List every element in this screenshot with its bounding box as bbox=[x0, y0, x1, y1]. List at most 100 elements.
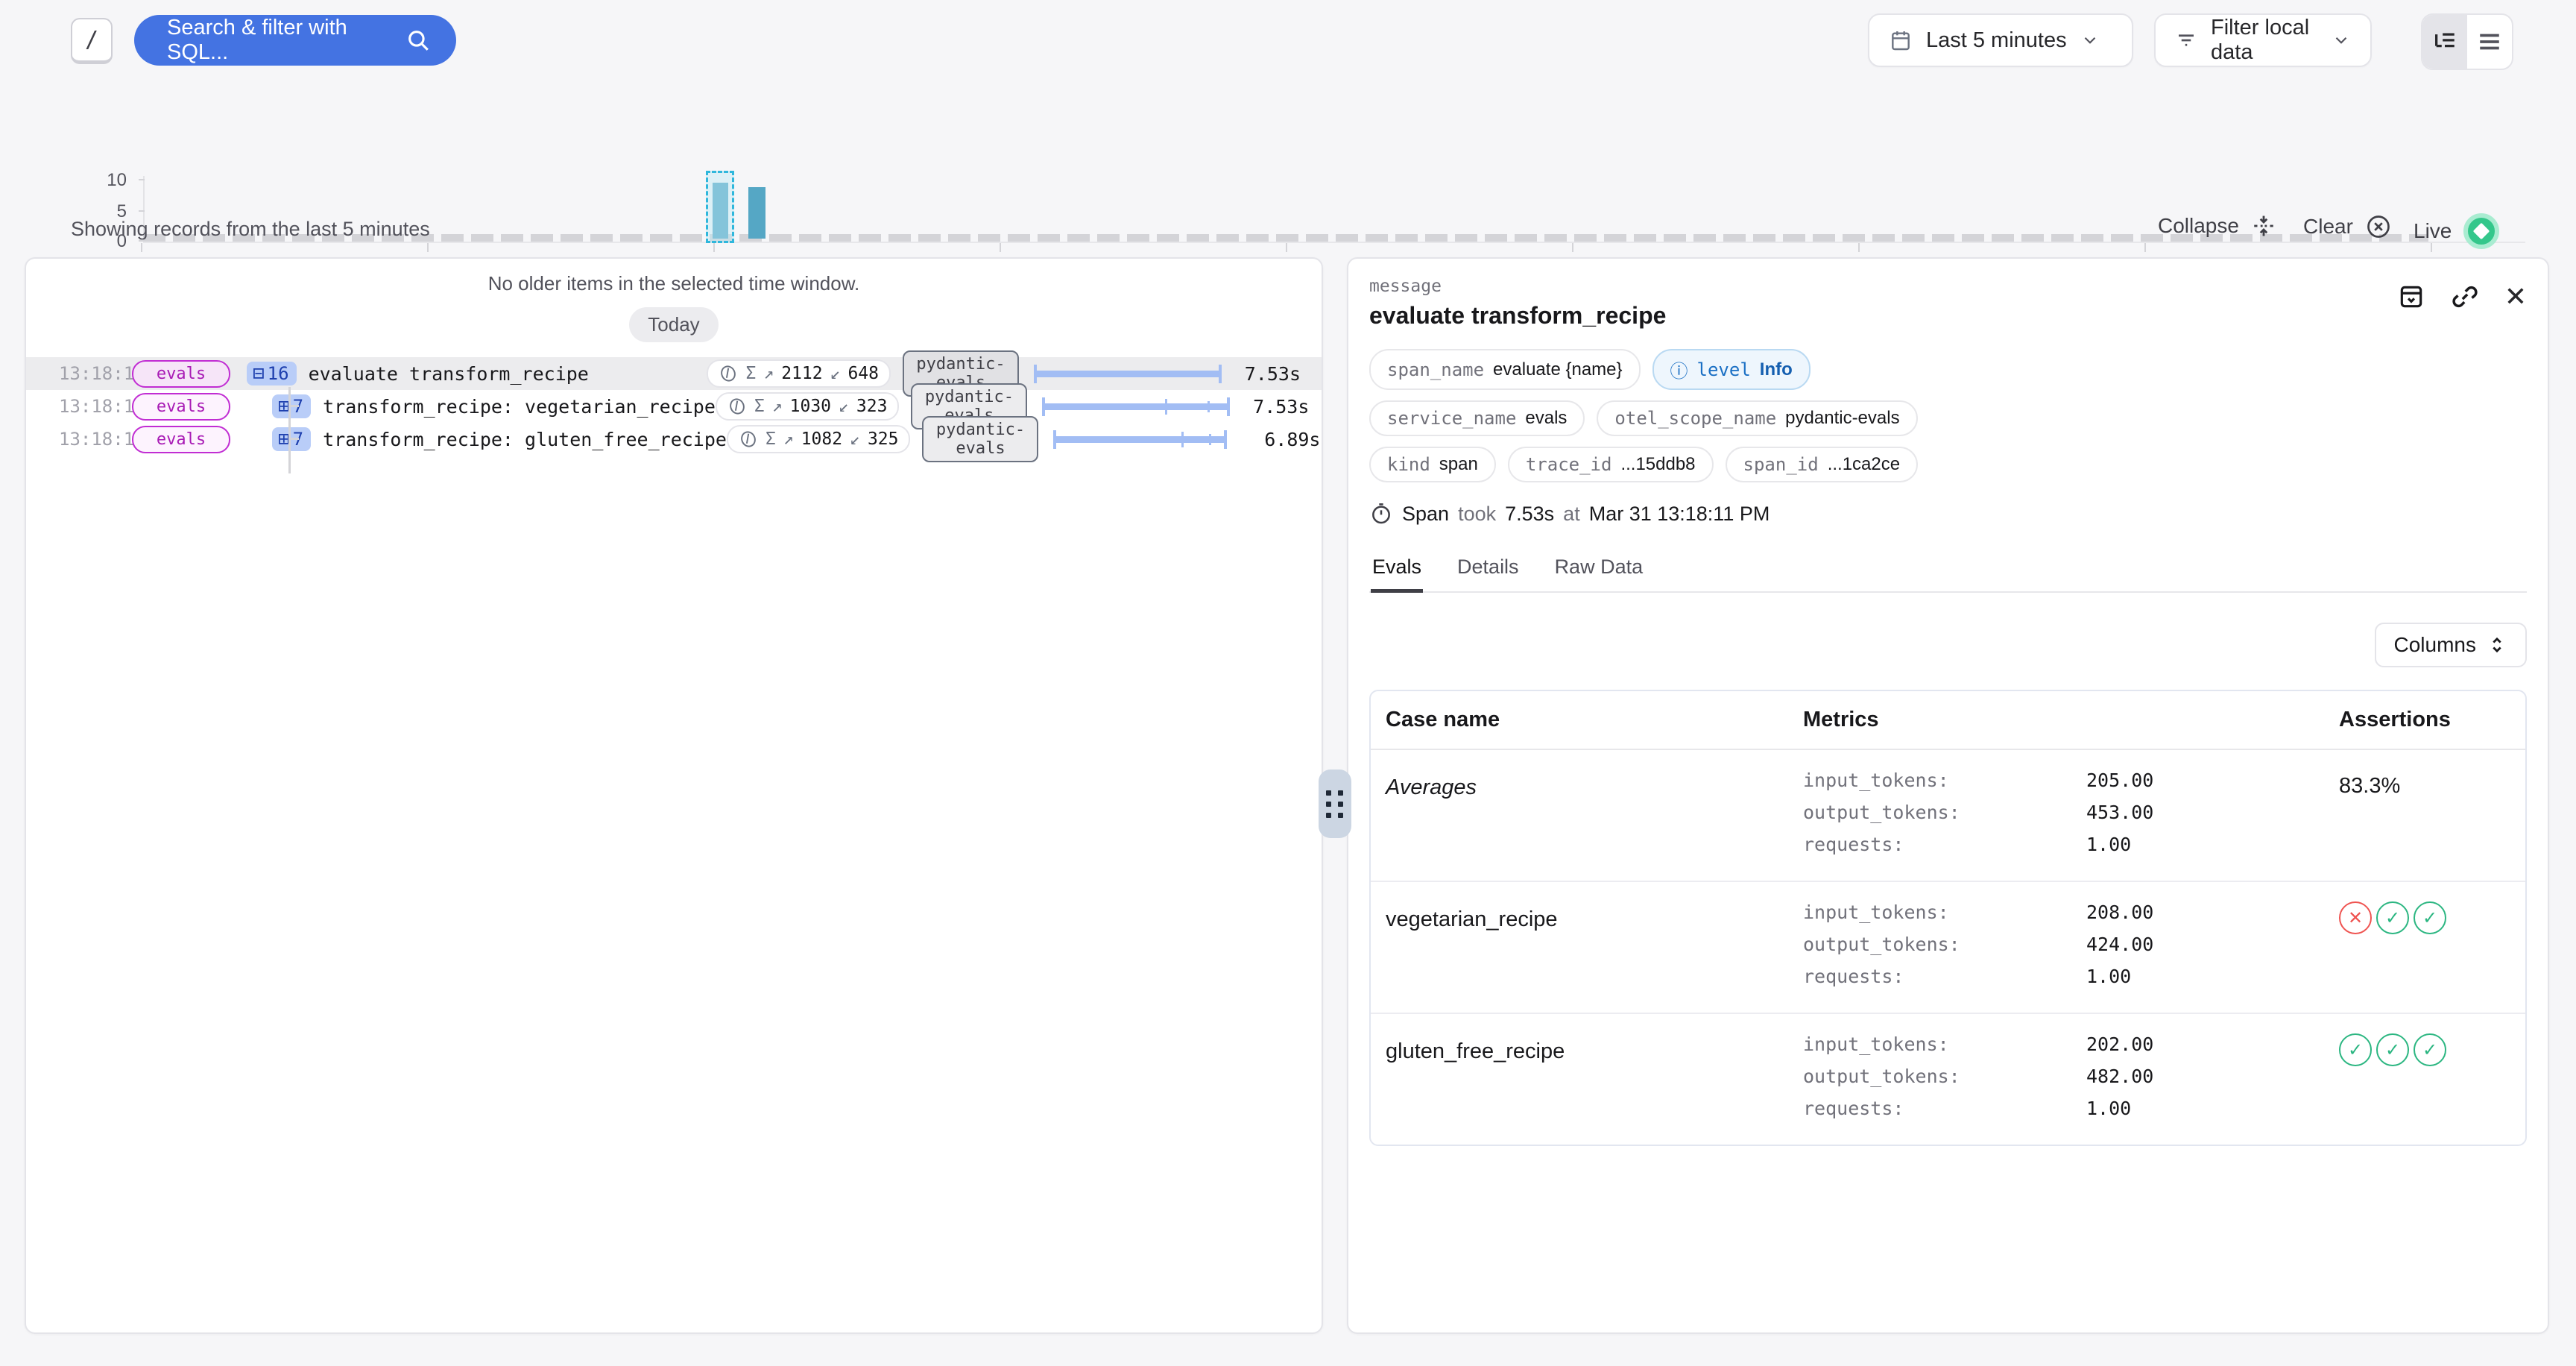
collapse-button[interactable]: Collapse bbox=[2158, 213, 2276, 239]
output-tokens: 323 bbox=[856, 397, 888, 416]
time-range-button[interactable]: Last 5 minutes bbox=[1868, 13, 2133, 67]
token-usage-pill[interactable]: Σ ↗ 1082 ↙ 325 bbox=[727, 425, 911, 453]
live-label: Live bbox=[2414, 219, 2452, 243]
trace-row-vegetarian-recipe[interactable]: 13:18:11 evals ⊞ 7 transform_recipe: veg… bbox=[26, 390, 1322, 423]
search-icon bbox=[405, 28, 431, 53]
attr-kind[interactable]: kind span bbox=[1369, 447, 1496, 482]
tab-raw-data[interactable]: Raw Data bbox=[1553, 551, 1645, 591]
stopwatch-icon bbox=[1369, 502, 1393, 526]
calendar-icon bbox=[1889, 28, 1913, 52]
clear-button[interactable]: Clear bbox=[2303, 213, 2392, 240]
attr-service-name[interactable]: service_name evals bbox=[1369, 400, 1585, 436]
timeline-chart[interactable]: 10 5 0 Mar 31. 13:16:55 13:17:32 13:18:1… bbox=[0, 81, 2576, 200]
drag-dots-icon bbox=[1326, 790, 1344, 818]
service-badge[interactable]: evals bbox=[132, 393, 230, 421]
no-older-items-text: No older items in the selected time wind… bbox=[26, 272, 1322, 295]
copy-link-icon[interactable] bbox=[2451, 283, 2479, 311]
input-arrow-icon: ↗ bbox=[772, 397, 783, 416]
live-indicator-icon bbox=[2463, 213, 2499, 249]
evals-table: Case name Metrics Assertions Averages in… bbox=[1369, 690, 2527, 1146]
span-name: evaluate transform_recipe bbox=[309, 363, 589, 385]
assertion-pass-icon[interactable]: ✓ bbox=[2414, 901, 2446, 934]
span-name: transform_recipe: vegetarian_recipe bbox=[323, 396, 716, 418]
slash-shortcut-key[interactable]: / bbox=[71, 18, 113, 64]
collapse-label: Collapse bbox=[2158, 214, 2239, 238]
attr-span-id[interactable]: span_id ...1ca2ce bbox=[1726, 447, 1919, 482]
span-attributes: span_name evaluate {name} ⓘ level Info s… bbox=[1369, 349, 2527, 482]
tab-details[interactable]: Details bbox=[1456, 551, 1521, 591]
record-kind-label: message bbox=[1369, 277, 2527, 296]
input-tokens: 1082 bbox=[801, 429, 842, 449]
token-usage-pill[interactable]: Σ ↗ 1030 ↙ 323 bbox=[716, 392, 900, 421]
today-pill[interactable]: Today bbox=[629, 307, 719, 342]
assertion-pass-icon[interactable]: ✓ bbox=[2339, 1033, 2372, 1066]
trace-row-gluten-free-recipe[interactable]: 13:18:11 evals ⊞ 7 transform_recipe: glu… bbox=[26, 423, 1322, 456]
input-tokens: 2112 bbox=[781, 364, 822, 383]
assertion-pass-icon[interactable]: ✓ bbox=[2414, 1033, 2446, 1066]
output-arrow-icon: ↙ bbox=[830, 364, 841, 383]
service-badge[interactable]: evals bbox=[132, 426, 230, 453]
trace-list-panel: No older items in the selected time wind… bbox=[25, 257, 1323, 1334]
attr-otel-scope-name[interactable]: otel_scope_name pydantic-evals bbox=[1597, 400, 1917, 436]
y-axis-tick: 10 bbox=[75, 170, 127, 191]
row-timestamp: 13:18:11 bbox=[26, 429, 121, 450]
attr-span-name[interactable]: span_name evaluate {name} bbox=[1369, 349, 1641, 390]
span-duration-summary: Span took 7.53s at Mar 31 13:18:11 PM bbox=[1369, 502, 2527, 526]
close-icon[interactable]: ✕ bbox=[2504, 281, 2527, 312]
child-count: 16 bbox=[268, 363, 289, 384]
tree-connector bbox=[288, 387, 291, 473]
sort-updown-icon bbox=[2487, 635, 2507, 655]
row-timestamp: 13:18:11 bbox=[26, 396, 121, 417]
output-arrow-icon: ↙ bbox=[839, 397, 849, 416]
token-coin-icon bbox=[719, 364, 738, 383]
filter-icon bbox=[2175, 29, 2197, 51]
token-coin-icon bbox=[727, 397, 747, 416]
trace-row-evaluate-transform-recipe[interactable]: 13:18:11 evals ⊟ 16 evaluate transform_r… bbox=[26, 357, 1322, 390]
info-icon: ⓘ bbox=[1670, 356, 1688, 383]
collapse-icon bbox=[2251, 213, 2276, 239]
attr-level-info[interactable]: ⓘ level Info bbox=[1652, 349, 1811, 390]
live-toggle[interactable]: Live bbox=[2414, 213, 2499, 249]
token-coin-icon bbox=[739, 429, 758, 449]
chevron-down-icon bbox=[2080, 31, 2100, 50]
view-mode-toggle bbox=[2421, 13, 2513, 70]
assertion-fail-icon[interactable]: ✕ bbox=[2339, 901, 2372, 934]
attr-trace-id[interactable]: trace_id ...15ddb8 bbox=[1508, 447, 1714, 482]
assertion-pass-icon[interactable]: ✓ bbox=[2376, 1033, 2409, 1066]
tree-view-toggle[interactable] bbox=[2422, 15, 2467, 69]
eval-row-averages[interactable]: Averages input_tokens:205.00 output_toke… bbox=[1371, 750, 2525, 882]
span-name: transform_recipe: gluten_free_recipe bbox=[323, 429, 727, 450]
top-bar: / Search & filter with SQL... Last 5 min… bbox=[0, 0, 2576, 75]
tree-connector bbox=[288, 405, 299, 407]
header-assertions: Assertions bbox=[2339, 708, 2510, 732]
case-name: gluten_free_recipe bbox=[1386, 1033, 1803, 1130]
assertion-pass-icon[interactable]: ✓ bbox=[2376, 901, 2409, 934]
open-in-panel-icon[interactable] bbox=[2397, 283, 2425, 311]
service-badge[interactable]: evals bbox=[132, 360, 230, 388]
row-timestamp: 13:18:11 bbox=[26, 363, 121, 384]
tree-view-icon bbox=[2432, 29, 2457, 54]
list-view-icon bbox=[2477, 29, 2502, 54]
duration-text: 6.89s bbox=[1251, 429, 1323, 450]
filter-local-data-button[interactable]: Filter local data bbox=[2154, 13, 2372, 67]
metrics-cell: input_tokens:205.00 output_tokens:453.00… bbox=[1803, 769, 2339, 866]
sigma-icon: Σ bbox=[745, 364, 756, 383]
eval-row-vegetarian-recipe[interactable]: vegetarian_recipe input_tokens:208.00 ou… bbox=[1371, 882, 2525, 1014]
search-button[interactable]: Search & filter with SQL... bbox=[134, 15, 456, 66]
list-view-toggle[interactable] bbox=[2467, 15, 2512, 69]
columns-button[interactable]: Columns bbox=[2375, 623, 2527, 667]
case-name: vegetarian_recipe bbox=[1386, 901, 1803, 998]
eval-row-gluten-free-recipe[interactable]: gluten_free_recipe input_tokens:202.00 o… bbox=[1371, 1014, 2525, 1145]
tree-connector bbox=[288, 438, 299, 440]
expand-collapse-badge[interactable]: ⊟ 16 bbox=[247, 362, 297, 385]
tab-evals[interactable]: Evals bbox=[1371, 551, 1423, 593]
input-tokens: 1030 bbox=[790, 397, 831, 416]
duration-bar bbox=[1042, 390, 1240, 423]
showing-records-text: Showing records from the last 5 minutes bbox=[71, 218, 430, 241]
output-tokens: 648 bbox=[847, 364, 879, 383]
token-usage-pill[interactable]: Σ ↗ 2112 ↙ 648 bbox=[707, 359, 891, 388]
chevron-down-icon bbox=[2332, 31, 2351, 50]
otel-scope-tag[interactable]: pydantic-evals bbox=[922, 416, 1038, 462]
filter-label: Filter local data bbox=[2211, 16, 2318, 65]
panel-resize-handle[interactable] bbox=[1319, 769, 1351, 838]
